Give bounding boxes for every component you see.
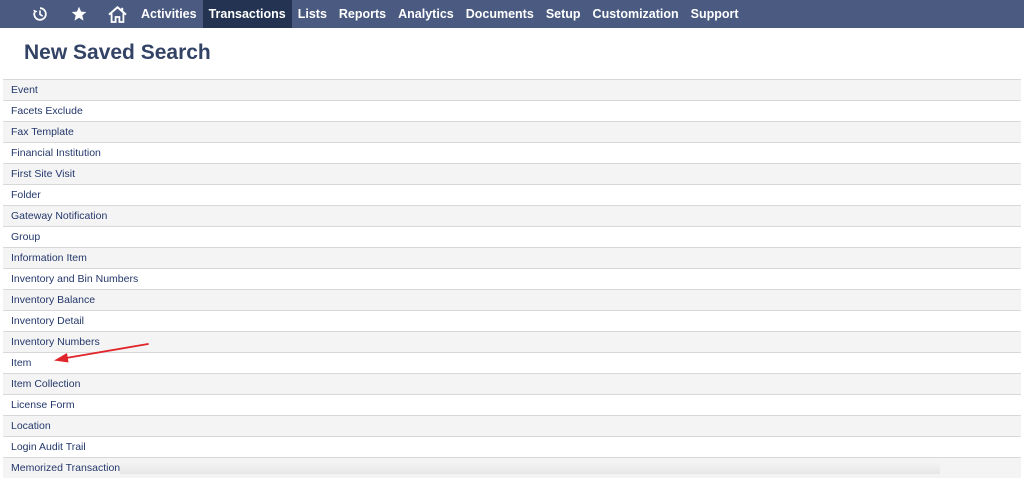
record-type-memorized-transaction[interactable]: Memorized Transaction [3, 457, 1021, 478]
record-type-group[interactable]: Group [3, 226, 1021, 247]
record-type-gateway-notification[interactable]: Gateway Notification [3, 205, 1021, 226]
record-type-inventory-balance[interactable]: Inventory Balance [3, 289, 1021, 310]
nav-item-documents[interactable]: Documents [460, 0, 540, 28]
record-type-facets-exclude[interactable]: Facets Exclude [3, 100, 1021, 121]
recent-icon[interactable] [31, 0, 49, 28]
record-type-list: Event Facets Exclude Fax Template Financ… [3, 79, 1021, 478]
star-icon[interactable] [70, 0, 87, 28]
record-type-inventory-numbers[interactable]: Inventory Numbers [3, 331, 1021, 352]
record-type-location[interactable]: Location [3, 415, 1021, 436]
nav-item-transactions[interactable]: Transactions [202, 0, 292, 28]
record-type-item[interactable]: Item [3, 352, 1021, 373]
record-type-license-form[interactable]: License Form [3, 394, 1021, 415]
record-type-item-collection[interactable]: Item Collection [3, 373, 1021, 394]
nav-item-analytics[interactable]: Analytics [392, 0, 460, 28]
nav-item-support[interactable]: Support [685, 0, 745, 28]
nav-item-setup[interactable]: Setup [540, 0, 587, 28]
record-type-first-site-visit[interactable]: First Site Visit [3, 163, 1021, 184]
home-icon[interactable] [108, 0, 127, 28]
record-type-financial-institution[interactable]: Financial Institution [3, 142, 1021, 163]
record-type-inventory-and-bin-numbers[interactable]: Inventory and Bin Numbers [3, 268, 1021, 289]
record-type-folder[interactable]: Folder [3, 184, 1021, 205]
record-type-fax-template[interactable]: Fax Template [3, 121, 1021, 142]
record-type-information-item[interactable]: Information Item [3, 247, 1021, 268]
nav-item-reports[interactable]: Reports [333, 0, 392, 28]
nav-item-activities[interactable]: Activities [135, 0, 203, 28]
record-type-inventory-detail[interactable]: Inventory Detail [3, 310, 1021, 331]
record-type-login-audit-trail[interactable]: Login Audit Trail [3, 436, 1021, 457]
record-type-event[interactable]: Event [3, 79, 1021, 100]
top-navigation-bar: Activities Transactions Lists Reports An… [0, 0, 1024, 28]
page-title: New Saved Search [24, 41, 211, 64]
nav-item-customization[interactable]: Customization [587, 0, 685, 28]
nav-item-lists[interactable]: Lists [292, 0, 333, 28]
